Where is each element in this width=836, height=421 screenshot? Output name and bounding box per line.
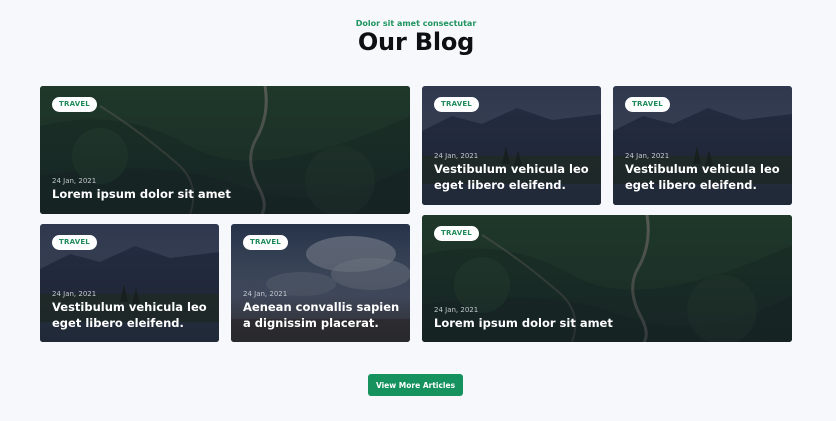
blog-card[interactable]: TRAVEL 24 Jan, 2021 Aenean convallis sap… bbox=[231, 224, 410, 342]
post-title[interactable]: Lorem ipsum dolor sit amet bbox=[434, 316, 782, 332]
section-subtitle: Dolor sit amet consectutar bbox=[355, 19, 477, 28]
page-title: Our Blog bbox=[357, 28, 475, 56]
post-title[interactable]: Lorem ipsum dolor sit amet bbox=[52, 187, 400, 203]
post-date: 24 Jan, 2021 bbox=[434, 152, 479, 160]
post-title[interactable]: Vestibulum vehicula leo eget libero elei… bbox=[52, 300, 209, 331]
post-title[interactable]: Aenean convallis sapien a dignissim plac… bbox=[243, 300, 400, 331]
post-date: 24 Jan, 2021 bbox=[243, 290, 288, 298]
post-date: 24 Jan, 2021 bbox=[52, 177, 97, 185]
blog-card[interactable]: TRAVEL 24 Jan, 2021 Vestibulum vehicula … bbox=[40, 224, 219, 342]
category-badge[interactable]: TRAVEL bbox=[625, 97, 670, 112]
blog-card[interactable]: TRAVEL 24 Jan, 2021 Vestibulum vehicula … bbox=[613, 86, 792, 205]
post-date: 24 Jan, 2021 bbox=[434, 306, 479, 314]
post-date: 24 Jan, 2021 bbox=[625, 152, 670, 160]
category-badge[interactable]: TRAVEL bbox=[434, 226, 479, 241]
blog-card[interactable]: TRAVEL 24 Jan, 2021 Lorem ipsum dolor si… bbox=[40, 86, 410, 214]
category-badge[interactable]: TRAVEL bbox=[52, 235, 97, 250]
post-title[interactable]: Vestibulum vehicula leo eget libero elei… bbox=[434, 162, 591, 193]
category-badge[interactable]: TRAVEL bbox=[52, 97, 97, 112]
blog-card[interactable]: TRAVEL 24 Jan, 2021 Vestibulum vehicula … bbox=[422, 86, 601, 205]
category-badge[interactable]: TRAVEL bbox=[243, 235, 288, 250]
post-date: 24 Jan, 2021 bbox=[52, 290, 97, 298]
blog-card[interactable]: TRAVEL 24 Jan, 2021 Lorem ipsum dolor si… bbox=[422, 215, 792, 342]
post-title[interactable]: Vestibulum vehicula leo eget libero elei… bbox=[625, 162, 782, 193]
category-badge[interactable]: TRAVEL bbox=[434, 97, 479, 112]
view-more-articles-button[interactable]: View More Articles bbox=[368, 374, 463, 396]
